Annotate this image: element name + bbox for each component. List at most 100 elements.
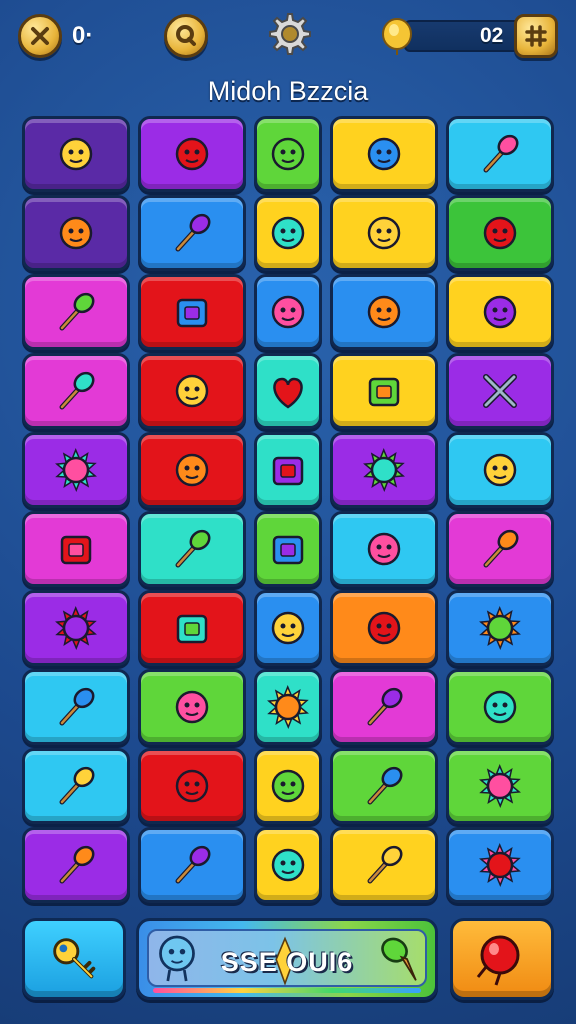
grid-tile[interactable] xyxy=(446,432,554,508)
red-leaf-icon xyxy=(476,683,524,731)
grid-tile[interactable] xyxy=(138,274,246,350)
red-orb-icon xyxy=(168,130,216,178)
top-bar: 0· 02 xyxy=(0,0,576,76)
grid-tile[interactable] xyxy=(22,116,130,192)
grid-tile[interactable] xyxy=(254,432,322,508)
grid-tile[interactable] xyxy=(254,195,322,271)
sun-face-icon xyxy=(360,446,408,494)
gold-coin-icon xyxy=(382,18,412,55)
crossed-swords-icon xyxy=(476,367,524,415)
grid-tile[interactable] xyxy=(254,511,322,587)
score-text: SSE OUI6 xyxy=(220,947,354,977)
grid-tile[interactable] xyxy=(446,195,554,271)
grid-tile[interactable] xyxy=(330,748,438,824)
purple-gem-icon xyxy=(476,209,524,257)
red-berry-icon xyxy=(476,288,524,336)
grid-tile[interactable] xyxy=(446,590,554,666)
leaf-icon xyxy=(168,446,216,494)
grid-tile[interactable] xyxy=(330,353,438,429)
blue-pin-icon xyxy=(52,841,100,889)
blue-blob-icon xyxy=(264,209,312,257)
grid-tile[interactable] xyxy=(446,511,554,587)
grid-tile[interactable] xyxy=(446,827,554,903)
powerup-button[interactable] xyxy=(450,918,554,1000)
grid-tile[interactable] xyxy=(138,827,246,903)
grid-tile[interactable] xyxy=(138,116,246,192)
grid-tile[interactable] xyxy=(22,827,130,903)
grid-tile[interactable] xyxy=(22,274,130,350)
grid-tile[interactable] xyxy=(22,590,130,666)
grid-tile[interactable] xyxy=(330,511,438,587)
green-splat-icon xyxy=(476,604,524,652)
red-pin-icon xyxy=(52,762,100,810)
settings-gear-icon[interactable] xyxy=(264,10,312,58)
grid-tile[interactable] xyxy=(138,590,246,666)
grid-tile[interactable] xyxy=(254,827,322,903)
sun-icon xyxy=(52,446,100,494)
grid-tile[interactable] xyxy=(254,116,322,192)
green-bomb-icon xyxy=(360,604,408,652)
grid-tile[interactable] xyxy=(254,353,322,429)
ice-pop-icon xyxy=(52,288,100,336)
grid-tile[interactable] xyxy=(446,116,554,192)
house-icon xyxy=(52,525,100,573)
grid-tile[interactable] xyxy=(330,669,438,745)
carrot-icon xyxy=(360,762,408,810)
grid-tile[interactable] xyxy=(330,116,438,192)
level-title: Midoh Bzzcia xyxy=(207,76,369,106)
grid-tile[interactable] xyxy=(330,274,438,350)
grid-tile[interactable] xyxy=(254,590,322,666)
grid-tile[interactable] xyxy=(22,511,130,587)
yellow-key-icon xyxy=(53,938,96,979)
grid-tile[interactable] xyxy=(138,669,246,745)
green-cone-icon xyxy=(360,841,408,889)
purple-devil-icon xyxy=(264,762,312,810)
red-gear-icon xyxy=(476,841,524,889)
grid-tile[interactable] xyxy=(22,353,130,429)
red-balloon-icon xyxy=(476,935,520,986)
search-button[interactable] xyxy=(164,14,208,58)
coin-count: 02 xyxy=(480,24,504,47)
grid-tile[interactable] xyxy=(138,432,246,508)
orange-bell-icon xyxy=(168,683,216,731)
grid-tile[interactable] xyxy=(22,748,130,824)
grid-tile[interactable] xyxy=(138,748,246,824)
red-fish-icon xyxy=(264,604,312,652)
score-panel: SSE OUI6 xyxy=(136,918,438,1000)
green-monster-icon xyxy=(52,209,100,257)
grid-tile[interactable] xyxy=(446,669,554,745)
grid-tile[interactable] xyxy=(254,669,322,745)
syringe-icon xyxy=(476,525,524,573)
green-flask-icon xyxy=(360,288,408,336)
grid-tile[interactable] xyxy=(138,353,246,429)
grid-tile[interactable] xyxy=(330,827,438,903)
green-virus-icon xyxy=(264,683,312,731)
yellow-key-icon xyxy=(52,683,100,731)
yellow-bubble-icon xyxy=(476,446,524,494)
green-monster-icon xyxy=(52,130,100,178)
shield-icon xyxy=(360,525,408,573)
grid-tile[interactable] xyxy=(254,274,322,350)
green-potion-icon xyxy=(360,130,408,178)
balloon-icon xyxy=(264,130,312,178)
grid-plus-icon xyxy=(525,25,547,47)
grid-tile[interactable] xyxy=(254,748,322,824)
smiley-face-icon xyxy=(360,209,408,257)
grid-tile[interactable] xyxy=(138,511,246,587)
grid-tile[interactable] xyxy=(22,432,130,508)
grid-tile[interactable] xyxy=(22,669,130,745)
grid-tile[interactable] xyxy=(330,590,438,666)
treasure-map-icon xyxy=(264,446,312,494)
grid-tile[interactable] xyxy=(446,274,554,350)
close-button[interactable] xyxy=(18,14,62,58)
grid-tile[interactable] xyxy=(138,195,246,271)
grid-tile[interactable] xyxy=(22,195,130,271)
red-lamp-icon xyxy=(264,841,312,889)
grid-tile[interactable] xyxy=(446,353,554,429)
easel-icon xyxy=(168,288,216,336)
add-coins-button[interactable] xyxy=(514,14,558,58)
grid-tile[interactable] xyxy=(330,195,438,271)
hint-key-button[interactable] xyxy=(22,918,126,1000)
grid-tile[interactable] xyxy=(446,748,554,824)
grid-tile[interactable] xyxy=(330,432,438,508)
